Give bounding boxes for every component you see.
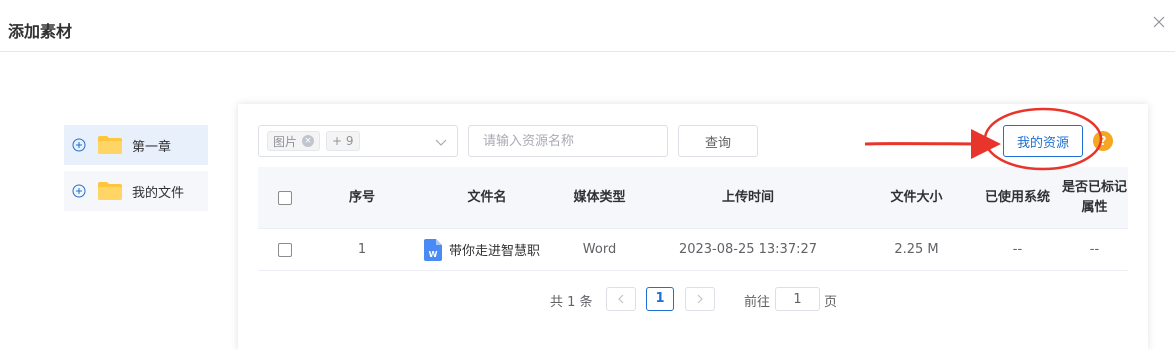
expand-plus-icon[interactable] <box>72 138 86 152</box>
row-media-type: Word <box>582 242 617 257</box>
prev-page-button[interactable] <box>606 287 636 311</box>
tree-item-label: 我的文件 <box>132 185 185 201</box>
chevron-right-icon <box>697 294 703 303</box>
header-file-name: 文件名 <box>467 189 507 205</box>
row-marked-attr: -- <box>1089 242 1100 257</box>
header-media-type: 媒体类型 <box>573 189 626 205</box>
row-upload-time: 2023-08-25 13:37:27 <box>678 242 818 257</box>
chevron-down-icon <box>435 139 447 146</box>
header-marked-attr-line2: 属性 <box>1081 199 1108 215</box>
header-used-system: 已使用系统 <box>984 189 1050 205</box>
query-button[interactable]: 查询 <box>678 125 758 157</box>
selected-type-tag: 图片 × <box>267 131 321 151</box>
table-header: 序号 文件名 媒体类型 上传时间 文件大小 已使用系统 是否已标记 属性 <box>258 167 1128 229</box>
row-checkbox[interactable] <box>278 242 292 257</box>
header-upload-time: 上传时间 <box>721 189 774 205</box>
resource-table: 序号 文件名 媒体类型 上传时间 文件大小 已使用系统 是否已标记 属性 1 W <box>258 167 1128 271</box>
pagination-total: 共 1 条 <box>550 295 593 310</box>
header-index: 序号 <box>348 189 375 205</box>
tree-item-my-files[interactable]: 我的文件 <box>64 171 208 211</box>
row-checkbox-cell <box>258 229 312 270</box>
select-all-checkbox[interactable] <box>278 190 292 205</box>
resource-panel: 图片 × + 9 查询 我的资源 ? 序号 文件名 媒体类型 上传时间 文件大小… <box>238 104 1148 350</box>
header-checkbox-cell <box>258 167 312 228</box>
current-page-number[interactable]: 1 <box>646 287 674 311</box>
row-used-system: -- <box>1012 242 1023 257</box>
help-icon[interactable]: ? <box>1093 131 1113 151</box>
my-resource-button[interactable]: 我的资源 <box>1003 125 1083 157</box>
pagination: 共 1 条 1 前往 页 <box>238 287 1148 311</box>
goto-page-input[interactable] <box>775 287 820 311</box>
close-icon[interactable] <box>1151 14 1167 30</box>
tree-item-chapter-one[interactable]: 第一章 <box>64 125 208 165</box>
page-unit-label: 页 <box>824 295 838 310</box>
media-type-select[interactable]: 图片 × + 9 <box>258 125 458 157</box>
folder-tree: 第一章 我的文件 <box>64 125 208 217</box>
next-page-button[interactable] <box>685 287 715 311</box>
tree-item-label: 第一章 <box>132 139 172 155</box>
expand-plus-icon[interactable] <box>72 184 86 198</box>
folder-icon <box>98 182 122 200</box>
row-index: 1 <box>357 242 367 257</box>
tag-close-icon[interactable]: × <box>302 135 315 147</box>
tag-label: 图片 <box>273 134 298 149</box>
header-marked-attr-line1: 是否已标记 <box>1061 179 1127 195</box>
word-file-icon: W <box>424 238 442 261</box>
more-tags-badge: + 9 <box>326 131 360 151</box>
svg-text:W: W <box>429 250 438 259</box>
header-marked-attr: 是否已标记 属性 <box>1061 167 1128 228</box>
row-file-name-cell[interactable]: W 带你走进智慧职 <box>412 229 562 270</box>
resource-name-search-input[interactable] <box>468 125 668 157</box>
chevron-left-icon <box>618 294 624 303</box>
goto-label: 前往 <box>744 295 771 310</box>
dialog-header: 添加素材 <box>0 0 1175 52</box>
folder-icon <box>98 136 122 154</box>
header-file-size: 文件大小 <box>890 189 943 205</box>
dialog-title: 添加素材 <box>8 22 73 41</box>
row-file-size: 2.25 M <box>894 242 939 257</box>
table-row: 1 W 带你走进智慧职 Word 2023-08-25 13:37:27 2.2… <box>258 229 1128 271</box>
row-file-name: 带你走进智慧职 <box>449 244 541 259</box>
